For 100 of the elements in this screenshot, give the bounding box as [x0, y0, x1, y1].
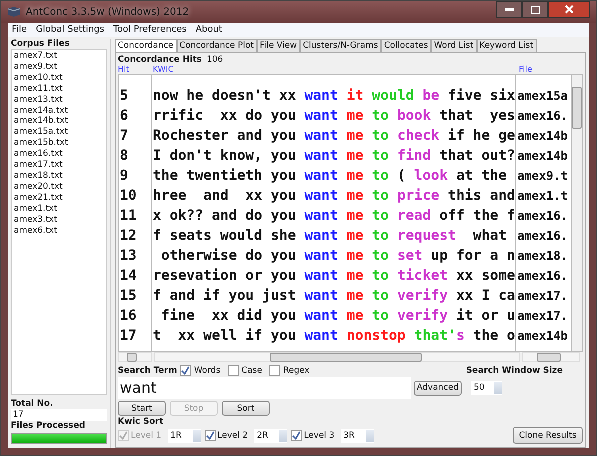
hit-number: 10	[119, 187, 138, 206]
hit-number: 7	[119, 127, 130, 146]
checkbox[interactable]	[269, 365, 280, 376]
file-name-cell-text: amex1.t	[516, 188, 570, 205]
hit-number: 5	[119, 87, 130, 106]
concordance-line: fine xx did you want me to verify it or u	[160, 307, 516, 326]
total-field: 17	[11, 409, 107, 421]
window-size-spinner[interactable]: 50	[471, 381, 502, 395]
hit-number: 6	[119, 107, 130, 126]
window-title: AntConc 3.3.5w (Windows) 2012	[26, 6, 190, 18]
file-list-item[interactable]: amex18.txt	[14, 170, 104, 182]
menu-item[interactable]: About	[196, 25, 222, 35]
checkbox[interactable]	[291, 430, 302, 441]
checkbox-label: Level 2	[218, 430, 248, 440]
hit-number: 15	[119, 287, 138, 306]
menu-item[interactable]: Global Settings	[36, 25, 105, 35]
column-header[interactable]: Hit	[118, 65, 153, 74]
horizontal-scrollbar[interactable]	[154, 352, 520, 362]
file-list-item[interactable]: amex21.txt	[14, 192, 104, 204]
file-name-cell-text: amex18.	[516, 248, 570, 265]
file-list-item[interactable]: amex16.txt	[14, 149, 104, 160]
file-list-item[interactable]: amex9.txt	[14, 62, 104, 73]
search-input-field[interactable]: want	[118, 377, 411, 399]
maximize-button[interactable]	[522, 1, 548, 18]
hit-number: 16	[119, 307, 138, 326]
level-spinner[interactable]: 2R	[254, 428, 288, 442]
menu-item[interactable]: File	[12, 25, 28, 35]
file-name-cell-text: amex16.	[516, 108, 570, 125]
file-list-item[interactable]: amex1.txt	[14, 204, 104, 215]
tab[interactable]: File View	[257, 39, 300, 52]
hit-number: 9	[119, 167, 130, 186]
checkbox-label: Regex	[283, 366, 310, 376]
concordance-line: the twentieth you want me to ( look at the	[152, 167, 508, 186]
tab[interactable]: Word List	[431, 39, 477, 52]
horizontal-scrollbar[interactable]	[118, 352, 152, 362]
minimize-icon	[504, 8, 514, 11]
file-name-cell-text: amex17.	[516, 308, 570, 325]
file-list-item[interactable]: amex17.txt	[14, 160, 104, 171]
hit-number: 12	[119, 227, 138, 246]
close-icon	[564, 5, 574, 14]
concordance-line: Rochester and you want me to check if he ge	[152, 127, 516, 146]
vertical-scrollbar[interactable]	[572, 75, 582, 352]
checkbox-label: Words	[194, 366, 221, 376]
hits-count: 106	[206, 55, 224, 65]
concordance-line: now he doesn't xx want it would be five six	[152, 87, 516, 106]
file-name-cell-text: amex16.	[516, 208, 570, 225]
checkbox-label: Level 1	[131, 430, 162, 440]
hit-number: 11	[119, 207, 138, 226]
file-name-cell-text: amex14b	[516, 328, 570, 345]
hit-number: 8	[119, 147, 130, 166]
search-window-size-label: Search Window Size	[466, 366, 563, 376]
file-list-item[interactable]: amex10.txt	[14, 72, 104, 84]
maximize-icon	[530, 6, 540, 14]
clone-results-button[interactable]: Clone Results	[513, 427, 583, 444]
checkbox[interactable]	[180, 365, 192, 376]
tab[interactable]: Clusters/N-Grams	[300, 39, 382, 52]
files-processed-label: Files Processed	[11, 421, 86, 431]
file-list-item[interactable]: amex14b.txt	[14, 116, 104, 128]
file-list-item[interactable]: amex3.txt	[14, 214, 104, 226]
tab[interactable]: Collocates	[381, 39, 432, 52]
file-list-item[interactable]: amex6.txt	[14, 226, 104, 236]
file-list-item[interactable]: amex15a.txt	[14, 127, 104, 138]
checkbox[interactable]	[228, 365, 239, 376]
concordance-line: t xx well if you want nonstop that's the o	[152, 327, 516, 346]
file-name-cell-text: amex14b	[516, 148, 570, 165]
concordance-line: rrific xx do you want me to book that yes	[152, 107, 516, 126]
hit-number: 13	[119, 247, 138, 266]
hits-label: Concordance Hits	[118, 55, 202, 65]
menu-item[interactable]: Tool Preferences	[114, 25, 187, 35]
concordance-line: resevation or you want me to ticket xx some	[152, 267, 516, 286]
minimize-button[interactable]	[496, 1, 522, 18]
horizontal-scrollbar[interactable]	[522, 352, 580, 362]
checkbox[interactable]	[204, 430, 216, 441]
hit-number: 14	[119, 267, 138, 286]
tab[interactable]: Keyword List	[476, 39, 537, 52]
advanced-button[interactable]: Advanced	[414, 380, 462, 396]
column-header[interactable]: File	[519, 65, 577, 74]
file-list-item[interactable]: amex11.txt	[14, 84, 104, 95]
file-list-item[interactable]: amex13.txt	[14, 94, 104, 106]
checkbox-label: Level 3	[304, 430, 335, 440]
app-icon	[7, 6, 21, 18]
level-spinner[interactable]: 3R	[340, 428, 374, 442]
file-list-item[interactable]: amex7.txt	[14, 51, 104, 62]
column-header[interactable]: KWIC	[153, 65, 519, 74]
concordance-line: I don't know, you want me to find that out?	[152, 147, 516, 166]
tab[interactable]: Concordance	[115, 39, 177, 52]
close-button[interactable]	[548, 1, 590, 18]
concordance-line: x ok?? and do you want me to read off the f	[152, 207, 516, 226]
action-button[interactable]: Sort	[222, 401, 270, 416]
file-list-item[interactable]: amex14a.txt	[14, 106, 104, 116]
concordance-line: hree and xx you want me to price this and	[152, 187, 516, 206]
concordance-line: f seats would she want me to request what	[152, 227, 508, 246]
file-list-item[interactable]: amex20.txt	[14, 182, 104, 193]
file-name-cell-text: amex16.	[516, 268, 570, 285]
concordance-line: otherwise do you want me to set up for a n	[160, 247, 516, 266]
file-list-item[interactable]: amex15b.txt	[14, 138, 104, 150]
file-name-cell-text: amex9.t	[516, 168, 570, 185]
search-term-label: Search Term	[118, 366, 178, 376]
action-button[interactable]: Start	[118, 401, 166, 416]
tab[interactable]: Concordance Plot	[176, 39, 257, 52]
